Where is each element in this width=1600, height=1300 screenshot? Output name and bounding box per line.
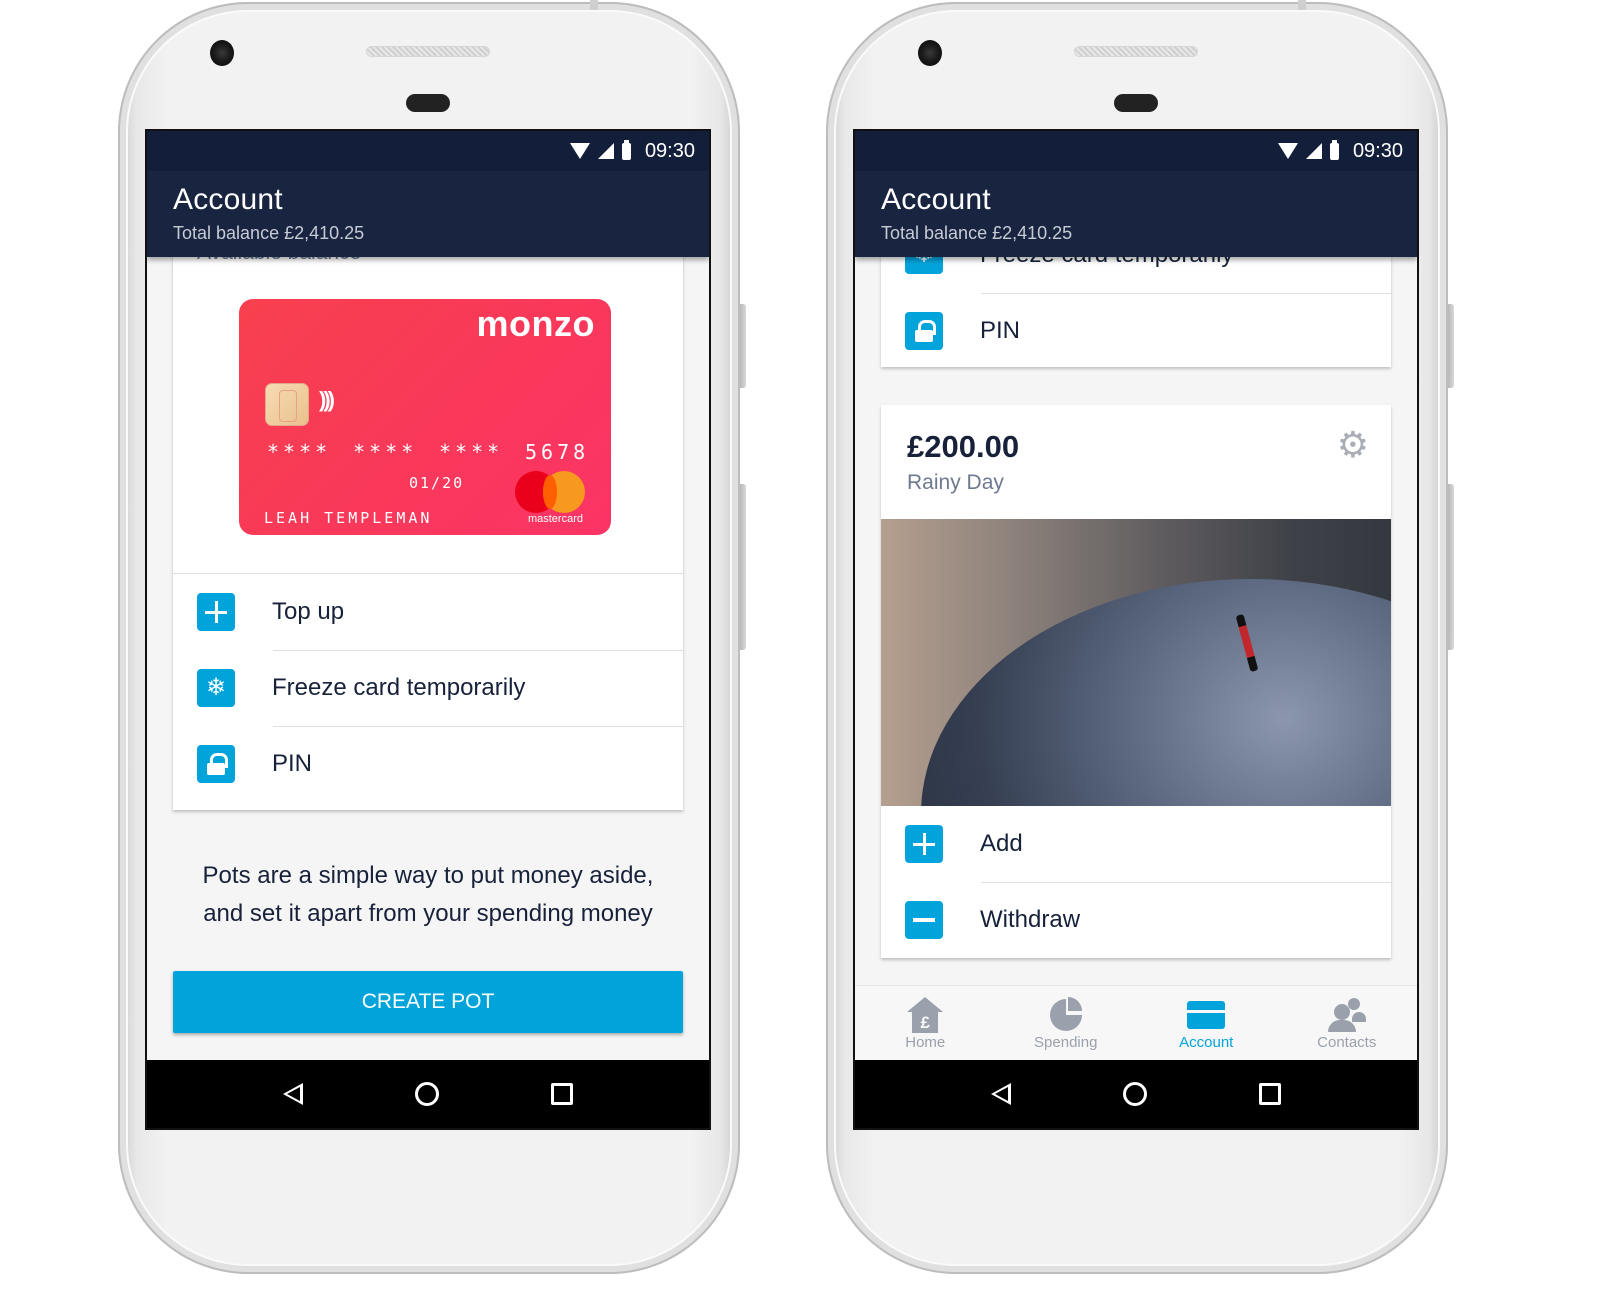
home-circle-icon[interactable] bbox=[1123, 1082, 1147, 1106]
app-header: Account Total balance £2,410.25 bbox=[855, 171, 1417, 257]
page-title: Account bbox=[881, 183, 991, 216]
battery-icon bbox=[1329, 139, 1339, 160]
available-balance-label: Available balance bbox=[197, 257, 361, 265]
recents-icon[interactable] bbox=[1259, 1083, 1281, 1105]
action-label: PIN bbox=[980, 317, 1021, 344]
android-nav-bar bbox=[147, 1060, 709, 1128]
debit-card[interactable]: monzo ))) **** **** **** 5678 01/20 LEAH… bbox=[239, 299, 611, 535]
signal-icon bbox=[597, 143, 614, 159]
card-number-last4: 5678 bbox=[525, 440, 590, 464]
screen: 09:30 Account Total balance £2,410.25 ❄ … bbox=[853, 129, 1419, 1130]
status-time: 09:30 bbox=[644, 139, 695, 162]
tab-label: Contacts bbox=[1317, 1034, 1377, 1051]
front-camera bbox=[210, 40, 234, 66]
action-top-up[interactable]: Top up bbox=[173, 574, 683, 650]
proximity-sensor bbox=[406, 94, 450, 112]
pot-card: £200.00 Rainy Day ⚙ Add Withdraw bbox=[881, 405, 1391, 958]
contacts-icon bbox=[1327, 998, 1366, 1032]
card-panel: Available balance monzo ))) **** **** **… bbox=[173, 257, 683, 810]
status-time: 09:30 bbox=[1352, 139, 1403, 162]
volume-button bbox=[1448, 304, 1454, 388]
back-icon[interactable] bbox=[283, 1083, 303, 1105]
umbrella-image bbox=[921, 579, 1391, 806]
earpiece-speaker bbox=[366, 46, 490, 57]
action-label: Freeze card temporarily bbox=[980, 257, 1233, 269]
card-actions-panel: ❄ Freeze card temporarily PIN bbox=[881, 257, 1391, 367]
total-balance: Total balance £2,410.25 bbox=[881, 223, 1073, 243]
contactless-icon: ))) bbox=[319, 387, 335, 412]
action-pin[interactable]: PIN bbox=[173, 726, 683, 802]
tab-label: Spending bbox=[1034, 1034, 1098, 1051]
tab-contacts[interactable]: Contacts bbox=[1277, 986, 1418, 1060]
battery-icon bbox=[621, 139, 631, 160]
action-add[interactable]: Add bbox=[881, 806, 1391, 882]
card-brand: monzo bbox=[476, 303, 595, 344]
pots-description: Pots are a simple way to put money aside… bbox=[202, 862, 654, 927]
proximity-sensor bbox=[1114, 94, 1158, 112]
plus-icon bbox=[197, 593, 235, 631]
tab-spending[interactable]: Spending bbox=[996, 986, 1137, 1060]
pot-amount: £200.00 bbox=[907, 429, 1020, 464]
action-pin[interactable]: PIN bbox=[881, 293, 1391, 369]
pot-name: Rainy Day bbox=[907, 471, 1004, 494]
card-expiry: 01/20 bbox=[409, 474, 465, 492]
wifi-icon bbox=[569, 143, 590, 159]
pot-image bbox=[881, 519, 1391, 806]
action-label: Top up bbox=[272, 598, 345, 625]
snowflake-icon: ❄ bbox=[197, 669, 235, 707]
total-balance: Total balance £2,410.25 bbox=[173, 223, 365, 243]
home-circle-icon[interactable] bbox=[415, 1082, 439, 1106]
power-button bbox=[1448, 484, 1454, 650]
phone-top-edge bbox=[590, 0, 598, 10]
card-network: mastercard bbox=[527, 513, 583, 525]
action-freeze-card[interactable]: ❄ Freeze card temporarily bbox=[881, 257, 1391, 293]
action-label: Freeze card temporarily bbox=[272, 674, 526, 701]
tab-account[interactable]: Account bbox=[1136, 986, 1277, 1060]
lock-icon bbox=[197, 745, 235, 783]
tab-label: Account bbox=[1179, 1034, 1234, 1051]
snowflake-icon: ❄ bbox=[905, 257, 943, 274]
action-label: Withdraw bbox=[980, 906, 1081, 933]
back-icon[interactable] bbox=[991, 1083, 1011, 1105]
card-holder: LEAH TEMPLEMAN bbox=[264, 509, 433, 527]
card-number-group: **** bbox=[267, 440, 332, 464]
android-nav-bar bbox=[855, 1060, 1417, 1128]
earpiece-speaker bbox=[1074, 46, 1198, 57]
volume-button bbox=[740, 304, 746, 388]
minus-icon bbox=[905, 901, 943, 939]
gear-icon[interactable]: ⚙ bbox=[1337, 427, 1369, 463]
front-camera bbox=[918, 40, 942, 66]
home-icon bbox=[907, 997, 944, 1033]
screen: 09:30 Account Total balance £2,410.25 Av… bbox=[145, 129, 711, 1130]
power-button bbox=[740, 484, 746, 650]
scroll-content[interactable]: ❄ Freeze card temporarily PIN £200.00 Ra… bbox=[855, 257, 1417, 1060]
action-withdraw[interactable]: Withdraw bbox=[881, 882, 1391, 958]
phone-right: 09:30 Account Total balance £2,410.25 ❄ … bbox=[826, 0, 1454, 1274]
recents-icon[interactable] bbox=[551, 1083, 573, 1105]
create-pot-button[interactable]: CREATE POT bbox=[173, 971, 683, 1033]
status-bar: 09:30 bbox=[147, 131, 709, 171]
card-number-group: **** bbox=[439, 440, 504, 464]
lock-icon bbox=[905, 312, 943, 350]
spending-pie-icon bbox=[1049, 997, 1082, 1031]
bottom-tab-bar: Home Spending Account Contacts bbox=[855, 985, 1417, 1060]
phone-top-edge bbox=[1298, 0, 1306, 10]
chip-icon bbox=[265, 383, 309, 426]
status-bar: 09:30 bbox=[855, 131, 1417, 171]
tab-label: Home bbox=[905, 1034, 946, 1051]
signal-icon bbox=[1305, 143, 1322, 159]
action-label: Add bbox=[980, 830, 1023, 857]
tab-home[interactable]: Home bbox=[855, 986, 996, 1060]
scroll-content[interactable]: Available balance monzo ))) **** **** **… bbox=[147, 257, 709, 1060]
wifi-icon bbox=[1277, 143, 1298, 159]
action-label: PIN bbox=[272, 750, 313, 777]
mastercard-logo-icon bbox=[515, 471, 585, 515]
account-card-icon bbox=[1187, 1001, 1226, 1029]
app-header: Account Total balance £2,410.25 bbox=[147, 171, 709, 257]
phone-left: 09:30 Account Total balance £2,410.25 Av… bbox=[118, 0, 746, 1274]
card-number-group: **** bbox=[353, 440, 418, 464]
plus-icon bbox=[905, 825, 943, 863]
page-title: Account bbox=[173, 183, 283, 216]
action-freeze-card[interactable]: ❄ Freeze card temporarily bbox=[173, 650, 683, 726]
